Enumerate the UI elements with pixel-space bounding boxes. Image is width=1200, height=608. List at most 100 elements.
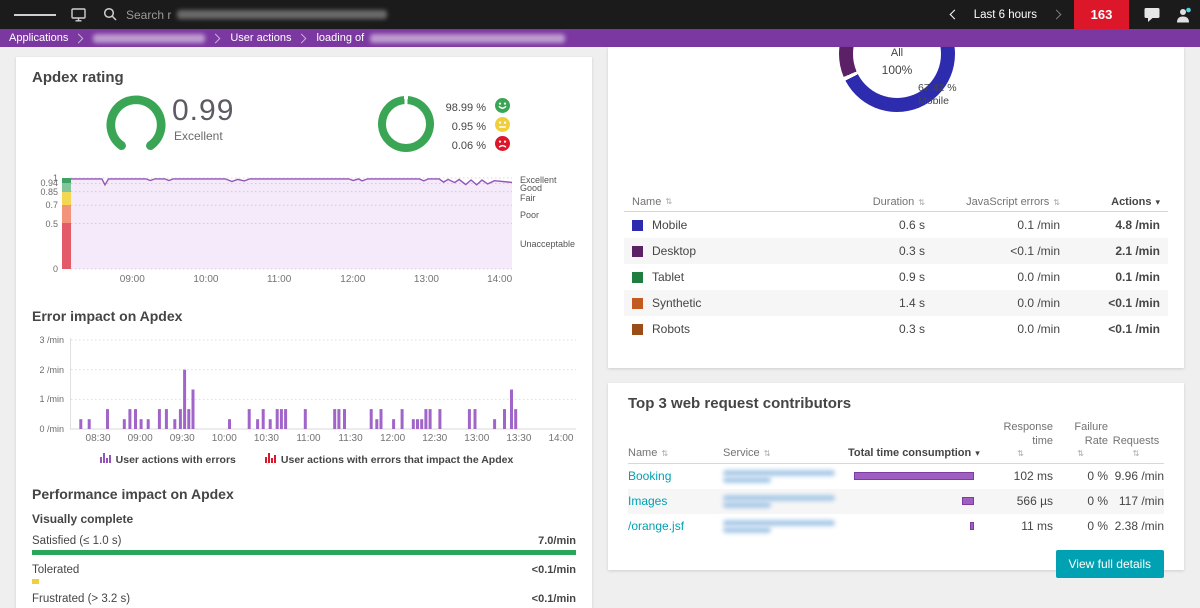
column-header-requests[interactable]: Requests ⇅ [1108,434,1164,459]
device-name: Desktop [652,244,697,258]
contributor-name-link[interactable]: Images [628,494,723,508]
error-impact-title: Error impact on Apdex [32,308,183,324]
column-header-js-errors[interactable]: JavaScript errors ⇅ [925,196,1060,208]
error-chart-plot-area[interactable] [70,338,576,430]
breakdown-percent: 0.06 % [451,139,486,152]
y-tick-label: 2 /min [39,364,64,375]
apdex-breakdown-row: 0.95 % [438,116,510,136]
total-time-bar [970,522,974,531]
breadcrumb-current-action[interactable]: loading of [316,32,364,44]
timeline-y-axis: 1 0.94 0.85 0.7 0.5 0 [32,173,62,274]
device-duration: 0.9 s [898,270,925,284]
device-row-mobile[interactable]: Mobile 0.6 s 0.1 /min 4.8 /min [624,212,1168,238]
device-table: Name ⇅ Duration ⇅ JavaScript errors ⇅ Actio… [624,192,1168,342]
mini-bars-icon [264,452,276,466]
total-time-bar [962,497,974,506]
device-js-errors: 0.0 /min [1017,322,1060,336]
menu-icon[interactable] [14,12,56,18]
apdex-breakdown-legend: 98.99 % 0.95 % 0.06 % [438,97,510,155]
apdex-breakdown-row: 0.06 % [438,135,510,155]
performance-value: 7.0/min [538,535,576,547]
contributor-row[interactable]: Images 566 µs 0 % 117 /min [628,488,1164,514]
contributor-service-redacted [723,468,848,485]
contributor-row[interactable]: Booking 102 ms 0 % 9.96 /min [628,464,1164,489]
column-header-duration[interactable]: Duration ⇅ [815,196,925,208]
column-header-name[interactable]: Name ⇅ [628,447,723,459]
x-tick-label: 12:30 [422,433,448,444]
time-range-label[interactable]: Last 6 hours [974,9,1037,21]
breadcrumb-user-actions[interactable]: User actions [230,32,291,44]
y-tick-label: 0.7 [45,200,58,211]
x-tick-label: 10:30 [253,433,279,444]
device-row-desktop[interactable]: Desktop 0.3 s <0.1 /min 2.1 /min [624,238,1168,264]
column-header-service[interactable]: Service ⇅ [723,447,848,459]
contributor-name-link[interactable]: /orange.jsf [628,519,723,533]
breadcrumb-app-name-redacted[interactable] [93,33,206,43]
time-range-selector[interactable]: Last 6 hours [949,9,1062,21]
legend-item: User actions with errors that impact the… [260,452,513,466]
device-duration: 0.3 s [898,244,925,258]
error-chart-y-axis: 3 /min 2 /min 1 /min 0 /min [32,335,70,434]
device-row-robots[interactable]: Robots 0.3 s 0.0 /min <0.1 /min [624,316,1168,342]
legend-label: User actions with errors that impact the… [280,454,514,466]
x-tick-label: 11:00 [266,274,292,285]
column-header-response-time[interactable]: Response time ⇅ [988,420,1053,459]
column-header-total-time[interactable]: Total time consumption ▾ [848,447,988,459]
search-input[interactable]: Search r [103,7,951,22]
device-duration: 0.6 s [898,218,925,232]
performance-impact-title: Performance impact on Apdex [32,486,234,502]
column-header-failure-rate[interactable]: Failure Rate ⇅ [1053,420,1108,459]
device-js-errors: 0.0 /min [1017,296,1060,310]
view-full-details-button[interactable]: View full details [1055,549,1164,578]
y-tick-label: 0.5 [45,218,58,229]
x-tick-label: 13:00 [464,433,490,444]
device-color-icon [632,323,643,335]
happy-face-icon [495,97,510,118]
mobile-label: Mobile [918,95,949,108]
apdex-panel: Apdex rating 0.99 Excellent 98.99 % 0.95 … [16,57,592,608]
device-table-header: Name ⇅ Duration ⇅ JavaScript errors ⇅ Actio… [624,192,1168,212]
monitor-icon[interactable] [70,7,87,23]
contributor-name-link[interactable]: Booking [628,469,723,483]
top-navigation-bar: Search r Last 6 hours 163 [0,0,1200,29]
contributor-row[interactable]: /orange.jsf 11 ms 0 % 2.38 /min [628,514,1164,539]
device-actions: <0.1 /min [1108,322,1160,336]
device-duration: 0.3 s [898,322,925,336]
donut-total-percent: 100% [881,63,913,77]
breadcrumb-applications[interactable]: Applications [9,32,68,44]
performance-row: Satisfied (≤ 1.0 s) 7.0/min [32,535,576,555]
performance-row: Frustrated (> 3.2 s) <0.1/min [32,593,576,608]
next-timeframe-icon[interactable] [1051,9,1062,20]
error-chart-x-axis: 08:30 09:00 09:30 10:00 10:30 11:00 11:30 12:00… [70,430,576,445]
zone-label: Unacceptable [520,239,576,250]
legend-item: User actions with errors [95,452,236,466]
device-row-synthetic[interactable]: Synthetic 1.4 s 0.0 /min <0.1 /min [624,290,1168,316]
chat-icon[interactable] [1143,6,1161,23]
problems-count-badge[interactable]: 163 [1074,0,1129,29]
breakdown-percent: 0.95 % [451,120,486,133]
contributor-response-time: 566 µs [1016,494,1053,509]
search-placeholder: Search r [126,7,172,22]
donut-mobile-callout: 67.42 % Mobile [918,82,957,108]
device-color-icon [632,297,643,309]
user-profile-icon[interactable] [1175,7,1192,23]
apdex-timeline-chart: 1 0.94 0.85 0.7 0.5 0 Excellent Good Fair Poor Un… [32,173,576,274]
column-header-actions[interactable]: Actions ▾ [1060,196,1168,208]
device-name: Synthetic [652,296,702,310]
breadcrumb: Applications User actions loading of [0,29,1200,47]
contributor-failure-rate: 0 % [1087,494,1108,509]
contributor-service-redacted [723,518,848,535]
device-row-tablet[interactable]: Tablet 0.9 s 0.0 /min 0.1 /min [624,264,1168,290]
performance-value: <0.1/min [531,564,576,576]
apdex-gauge-row: 0.99 Excellent 98.99 % 0.95 % 0.06 % [32,92,576,168]
device-duration: 1.4 s [898,296,925,310]
breadcrumb-separator-icon [73,33,84,43]
timeline-plot-area[interactable] [71,176,513,271]
web-request-contributors-panel: Top 3 web request contributors Name ⇅ Ser… [608,383,1184,578]
column-header-name[interactable]: Name ⇅ [624,196,815,208]
previous-timeframe-icon[interactable] [949,9,960,20]
zone-label: Fair [520,193,536,204]
apdex-breakdown-row: 98.99 % [438,97,510,118]
breadcrumb-separator-icon [210,33,221,43]
device-js-errors: <0.1 /min [1010,244,1060,258]
